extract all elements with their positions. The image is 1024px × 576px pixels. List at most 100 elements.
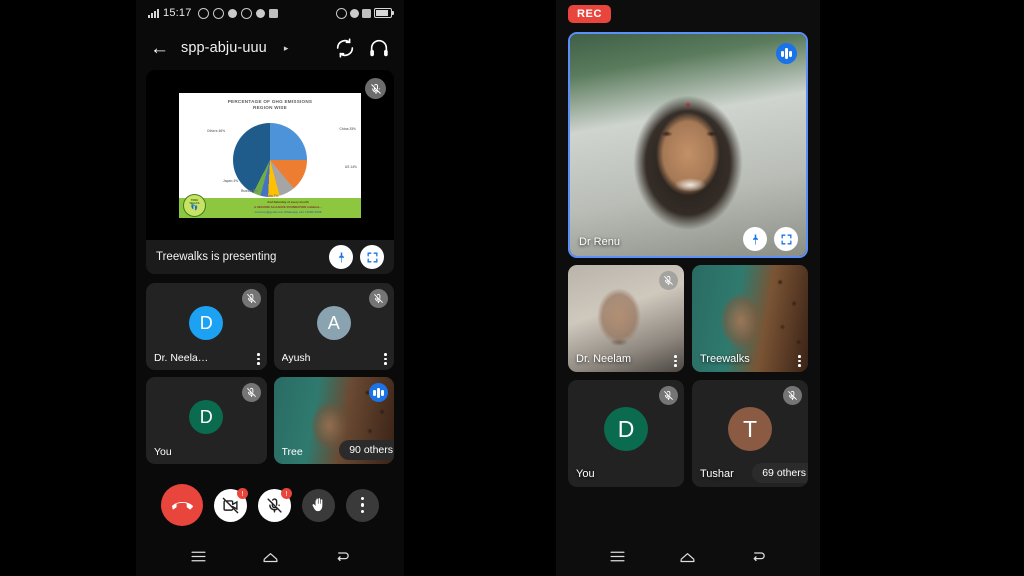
avatar: D <box>604 407 648 452</box>
status-time: 15:17 <box>163 7 192 19</box>
microphone-button[interactable]: ! <box>258 487 292 522</box>
tile-dr-neela[interactable]: D Dr. Neela… <box>146 283 267 370</box>
pie-circle <box>233 122 307 197</box>
slide-title: PERCENTAGE OF GHG EMISSIONS REGION WISE <box>227 98 313 111</box>
tile-name: Dr. Neelam <box>576 353 632 365</box>
camera-button[interactable]: ! <box>214 487 248 522</box>
tile-name: Ayush <box>281 352 311 364</box>
tile-ayush[interactable]: A Ayush <box>273 283 394 370</box>
tile-tushar[interactable]: T Tushar 69 others <box>692 380 808 487</box>
slide-area: PERCENTAGE OF GHG EMISSIONS REGION WISE … <box>146 70 394 240</box>
mic-muted-icon <box>659 271 678 290</box>
main-tile-actions <box>736 227 798 251</box>
tile-more-options-icon[interactable] <box>674 355 677 367</box>
pie-label-us: US 14% <box>344 164 357 169</box>
audio-active-icon <box>369 383 388 402</box>
headphone-icon <box>336 7 347 19</box>
tile-more-options-icon[interactable] <box>384 353 387 365</box>
avatar: D <box>189 400 224 435</box>
updates-icon <box>240 7 252 19</box>
others-count-badge[interactable]: 90 others <box>339 440 394 460</box>
pie-label-others: Others 46% <box>207 128 226 133</box>
screenshot-stage: 15:17 ← spp-abju-uuu ▸ PERCENTAGE OF GHG… <box>0 0 1024 576</box>
rec-badge: REC <box>568 5 612 23</box>
audio-active-icon <box>776 43 797 64</box>
slide-footer: 2nd Saturday of every month A SECOND ALL… <box>179 193 361 218</box>
mic-muted-icon <box>783 386 802 405</box>
footprint-icon: 👣 <box>190 205 199 212</box>
left-status-bar: 15:17 <box>136 0 404 26</box>
alarm-icon <box>350 8 359 18</box>
presenter-mic-muted-icon <box>365 78 386 99</box>
tile-dr-neelam[interactable]: Dr. Neelam <box>568 265 684 372</box>
mic-muted-icon <box>241 383 261 402</box>
home-icon[interactable] <box>262 548 279 565</box>
fullscreen-icon[interactable] <box>360 245 384 269</box>
menu-icon[interactable] <box>609 548 626 565</box>
tile-name: Treewalks <box>700 353 750 365</box>
avatar: A <box>316 306 351 341</box>
back-icon[interactable] <box>750 548 767 565</box>
tile-name: You <box>154 446 172 458</box>
end-call-button[interactable] <box>161 484 203 526</box>
meeting-title[interactable]: spp-abju-uuu <box>181 40 267 56</box>
menu-icon[interactable] <box>190 548 207 565</box>
presenting-status-bar: Treewalks is presenting <box>146 240 394 274</box>
slide-footer-line3: xxxxxxxx@gmail.com WhatsApp +91 74390715… <box>254 210 322 214</box>
others-count-badge[interactable]: 69 others <box>752 463 808 483</box>
tile-more-options-icon[interactable] <box>256 353 260 365</box>
back-button[interactable]: ← <box>150 39 169 58</box>
home-icon[interactable] <box>679 548 696 565</box>
tile-name: Tree <box>281 446 303 458</box>
right-nav-bar <box>556 536 820 576</box>
tile-name: You <box>576 468 595 480</box>
mic-alert-badge: ! <box>281 487 292 499</box>
mobile-signal-icon <box>362 8 371 18</box>
switch-camera-icon[interactable] <box>334 37 356 59</box>
tile-you[interactable]: D You <box>568 380 684 487</box>
presenting-status-text: Treewalks is presenting <box>156 251 277 263</box>
more-options-button[interactable] <box>346 488 379 522</box>
left-nav-bar <box>136 536 404 576</box>
tile-more-options-icon[interactable] <box>798 355 801 367</box>
right-participant-grid: Dr. Neelam Treewalks D You T Tushar 69 o… <box>568 265 808 487</box>
clock-icon <box>227 8 237 18</box>
slide-footer-line1: 2nd Saturday of every month <box>267 199 309 204</box>
tile-treewalks[interactable]: Treewalks <box>692 265 808 372</box>
left-app-header: ← spp-abju-uuu ▸ <box>136 26 404 70</box>
tile-you[interactable]: D You <box>146 377 267 464</box>
dot-icon <box>255 8 265 18</box>
video-feed-highlights <box>570 34 806 256</box>
whatsapp-icon <box>212 7 224 19</box>
participant-grid: D Dr. Neela… A Ayush D You Tree 90 other… <box>146 283 394 464</box>
back-icon[interactable] <box>334 548 351 565</box>
fullscreen-icon[interactable] <box>774 227 798 251</box>
message-icon <box>268 8 278 18</box>
tile-treewalks[interactable]: Tree 90 others <box>273 377 394 464</box>
main-speaker-name: Dr Renu <box>579 236 620 248</box>
raise-hand-button[interactable] <box>302 488 335 522</box>
chevron-right-icon[interactable]: ▸ <box>284 43 289 54</box>
pie-chart <box>179 122 361 197</box>
left-phone-screen: 15:17 ← spp-abju-uuu ▸ PERCENTAGE OF GHG… <box>136 0 404 576</box>
mic-muted-icon <box>369 289 388 308</box>
sync-icon <box>197 7 209 19</box>
battery-icon <box>374 7 394 19</box>
presentation-tile[interactable]: PERCENTAGE OF GHG EMISSIONS REGION WISE … <box>146 70 394 274</box>
avatar: D <box>189 306 224 341</box>
tile-name: Dr. Neela… <box>154 352 209 364</box>
pin-icon[interactable] <box>329 245 353 269</box>
recording-indicator-row: REC <box>556 0 820 28</box>
call-controls: ! ! <box>136 484 404 526</box>
pie-label-russia: Russia 5% <box>241 188 258 193</box>
camera-alert-badge: ! <box>237 487 248 499</box>
avatar: T <box>728 407 772 452</box>
pie-label-japan: Japan 3% <box>223 178 239 183</box>
mic-muted-icon <box>659 386 678 405</box>
main-speaker-tile[interactable]: Dr Renu <box>568 32 808 258</box>
headphone-icon[interactable] <box>368 37 390 59</box>
right-phone-screen: REC Dr Renu Dr. Neelam Treewalks D You T… <box>556 0 820 576</box>
pin-icon[interactable] <box>743 227 767 251</box>
pie-label-china: China 25% <box>339 126 356 131</box>
signal-bars-icon <box>148 8 159 18</box>
